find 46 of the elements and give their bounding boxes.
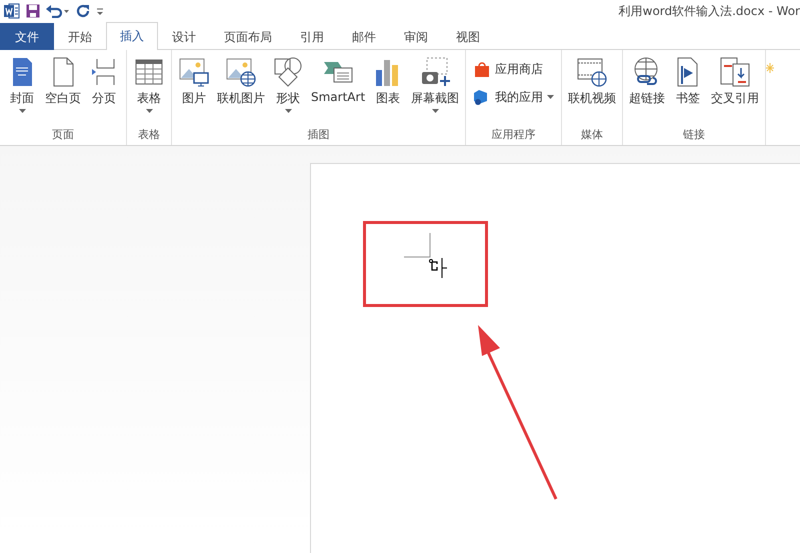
group-label: 插图 xyxy=(306,127,331,143)
ribbon-button[interactable]: 联机视频 xyxy=(565,54,620,126)
customize-toolbar-icon[interactable] xyxy=(96,6,104,16)
group-label: 应用程序 xyxy=(490,127,537,143)
ribbon-button[interactable]: 形状 xyxy=(269,54,307,126)
ribbon-button[interactable]: SmartArt xyxy=(308,54,368,126)
redo-icon[interactable] xyxy=(76,4,90,18)
word-logo-icon[interactable] xyxy=(4,3,20,19)
ribbon-button[interactable]: 分页 xyxy=(85,54,123,126)
picture-icon xyxy=(178,56,210,88)
ribbon-button[interactable]: 封面 xyxy=(3,54,41,126)
ribbon-button[interactable]: 我的应用 xyxy=(471,86,556,108)
undo-icon[interactable] xyxy=(46,4,70,18)
ribbon-button[interactable]: 交叉引用 xyxy=(708,54,762,126)
ribbon-button[interactable]: 屏幕截图 xyxy=(408,54,462,126)
ribbon-tab[interactable]: 设计 xyxy=(158,24,210,50)
group-label: 页面 xyxy=(51,127,75,143)
ribbon-button[interactable]: 书签 xyxy=(669,54,708,126)
ribbon-button[interactable]: 图片 xyxy=(175,54,213,126)
online-picture-icon xyxy=(225,56,257,88)
save-icon[interactable] xyxy=(26,4,40,18)
ribbon-button[interactable]: 表格 xyxy=(130,54,168,126)
ribbon-button[interactable]: 图表 xyxy=(369,54,408,126)
ribbon-tab[interactable]: 审阅 xyxy=(390,24,442,50)
ribbon-button[interactable]: 超链接 xyxy=(626,54,668,126)
ribbon-tab[interactable]: 开始 xyxy=(54,24,106,50)
ribbon-button[interactable]: 联机图片 xyxy=(214,54,268,126)
cross-reference-icon xyxy=(719,56,752,88)
group-label: 链接 xyxy=(682,127,706,143)
sparkle-icon xyxy=(766,63,774,73)
ribbon-tab[interactable]: 页面布局 xyxy=(210,24,286,50)
file-tab[interactable]: 文件 xyxy=(0,23,54,50)
group-label: 表格 xyxy=(137,127,161,143)
online-video-icon xyxy=(576,56,608,88)
crop-mark-icon xyxy=(404,233,431,258)
ribbon-tab[interactable]: 邮件 xyxy=(338,24,390,50)
ribbon-tab[interactable]: 插入 xyxy=(106,22,158,50)
ribbon-tab[interactable]: 引用 xyxy=(286,24,338,50)
ribbon-button[interactable]: 空白页 xyxy=(42,54,84,126)
ribbon-button[interactable]: 应用商店 xyxy=(471,58,556,80)
ribbon-tab[interactable]: 视图 xyxy=(442,24,494,50)
shapes-icon xyxy=(272,56,304,88)
screenshot-icon xyxy=(419,56,452,88)
group-label: 媒体 xyxy=(580,127,604,143)
store-icon xyxy=(473,60,492,78)
window-title: 利用word软件输入法.docx - Wor xyxy=(618,2,800,20)
